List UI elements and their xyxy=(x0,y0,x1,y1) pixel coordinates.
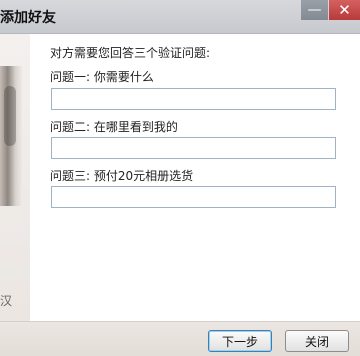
footer-bar: 下一步 关闭 xyxy=(0,321,360,356)
left-panel: 汉 xyxy=(0,34,31,321)
question-2-label: 问题二: 在哪里看到我的 xyxy=(50,120,178,134)
close-window-button[interactable]: ✕ xyxy=(329,0,360,20)
minimize-icon: — xyxy=(307,2,322,18)
title-bar: 添加好友 — ✕ xyxy=(0,0,360,34)
window-title: 添加好友 xyxy=(0,10,56,26)
question-1-label: 问题一: 你需要什么 xyxy=(50,70,154,84)
avatar xyxy=(0,66,22,206)
close-icon: ✕ xyxy=(338,1,351,19)
close-button[interactable]: 关闭 xyxy=(285,330,349,352)
answer-2-input[interactable] xyxy=(51,137,336,159)
answer-3-input[interactable] xyxy=(51,186,336,208)
next-step-button[interactable]: 下一步 xyxy=(208,330,272,352)
verification-form: 对方需要您回答三个验证问题: 问题一: 你需要什么 问题二: 在哪里看到我的 问… xyxy=(30,34,360,321)
answer-1-input[interactable] xyxy=(51,88,336,110)
minimize-button[interactable]: — xyxy=(301,0,328,20)
question-3-label: 问题三: 预付20元相册选货 xyxy=(50,169,194,183)
instruction-text: 对方需要您回答三个验证问题: xyxy=(50,46,211,60)
side-text: 汉 xyxy=(0,294,13,308)
